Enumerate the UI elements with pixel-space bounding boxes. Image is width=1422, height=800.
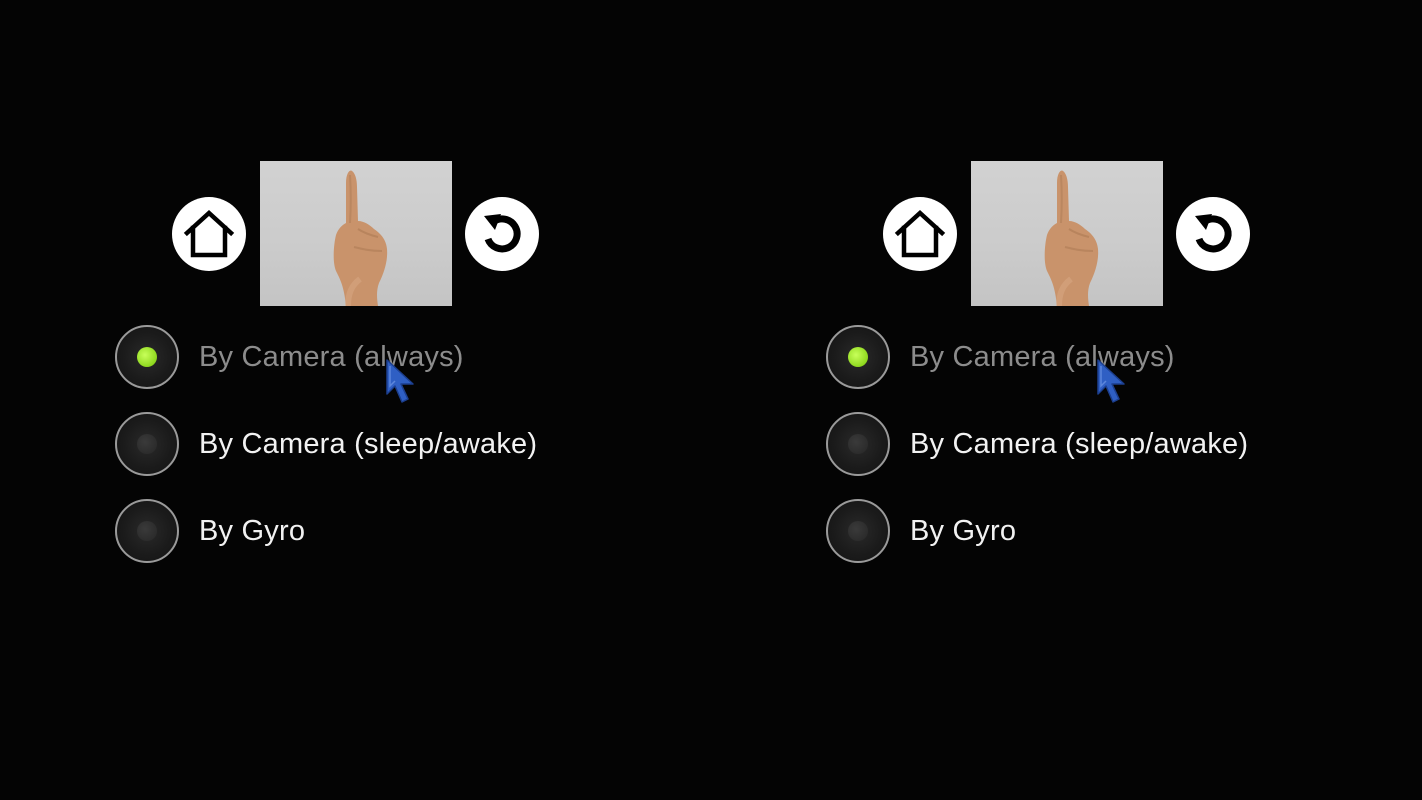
option-label: By Camera (always) [199, 340, 464, 373]
option-label: By Camera (sleep/awake) [199, 427, 538, 460]
radio-button[interactable] [115, 499, 179, 563]
option-label: By Gyro [910, 514, 1017, 547]
mouse-pointer-icon [386, 359, 414, 403]
mouse-pointer-icon [1097, 359, 1125, 403]
home-icon [183, 209, 235, 258]
radio-indicator [137, 521, 157, 541]
radio-button-selected[interactable] [115, 325, 179, 389]
radio-indicator [848, 434, 868, 454]
radio-button[interactable] [826, 499, 890, 563]
option-camera-sleep-awake[interactable]: By Camera (sleep/awake) [826, 410, 1248, 478]
option-gyro[interactable]: By Gyro [115, 497, 305, 565]
left-eye-view: By Camera (always) By Camera (sleep/awak… [0, 0, 711, 800]
radio-indicator [848, 521, 868, 541]
hand-pointing-up-image [1044, 170, 1099, 306]
radio-button[interactable] [115, 412, 179, 476]
radio-indicator [848, 347, 868, 367]
camera-preview [971, 161, 1163, 306]
replay-icon [484, 214, 521, 253]
radio-button-selected[interactable] [826, 325, 890, 389]
replay-icon [1195, 214, 1232, 253]
replay-button[interactable] [465, 197, 539, 271]
hand-pointing-up-image [333, 170, 388, 306]
vr-stereo-screen: By Camera (always) By Camera (sleep/awak… [0, 0, 1422, 800]
home-icon [894, 209, 946, 258]
home-button[interactable] [172, 197, 246, 271]
radio-button[interactable] [826, 412, 890, 476]
home-button[interactable] [883, 197, 957, 271]
radio-indicator [137, 347, 157, 367]
option-label: By Camera (sleep/awake) [910, 427, 1249, 460]
right-eye-view: By Camera (always) By Camera (sleep/awak… [711, 0, 1422, 800]
camera-preview [260, 161, 452, 306]
option-camera-sleep-awake[interactable]: By Camera (sleep/awake) [115, 410, 537, 478]
radio-indicator [137, 434, 157, 454]
option-gyro[interactable]: By Gyro [826, 497, 1016, 565]
option-label: By Camera (always) [910, 340, 1175, 373]
replay-button[interactable] [1176, 197, 1250, 271]
option-label: By Gyro [199, 514, 306, 547]
